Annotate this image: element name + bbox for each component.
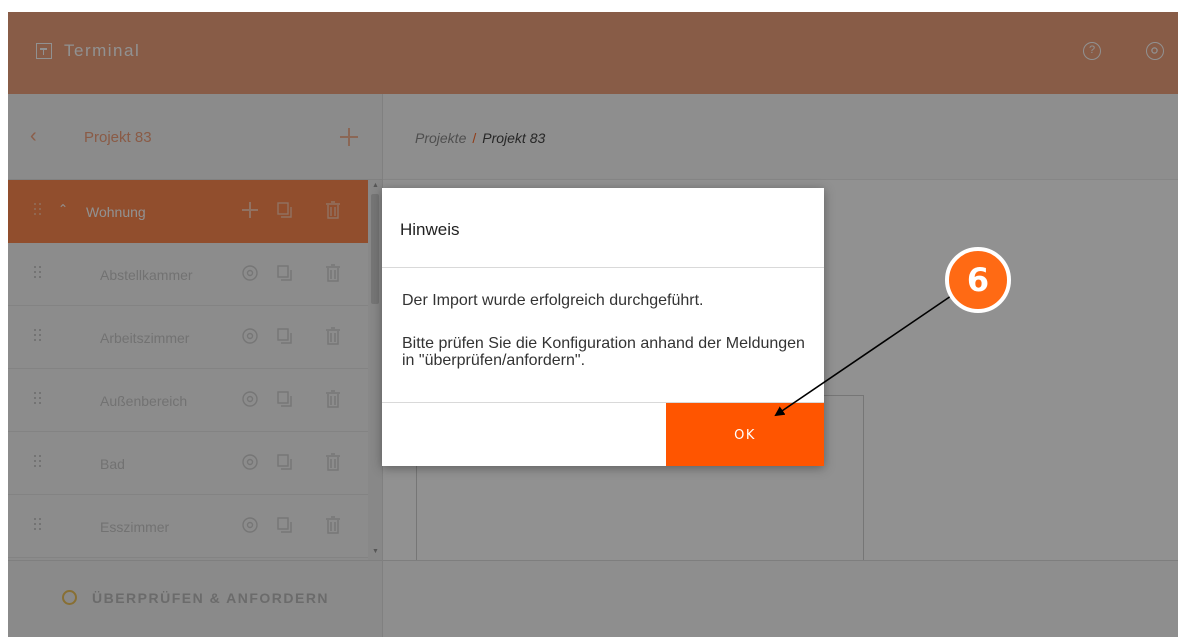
- app-window: Terminal ? ‹ Projekt 83 ⌃ Wohnung Abstel…: [8, 12, 1178, 637]
- annotation-arrow: [774, 295, 952, 417]
- step-number-badge: 6: [945, 247, 1011, 313]
